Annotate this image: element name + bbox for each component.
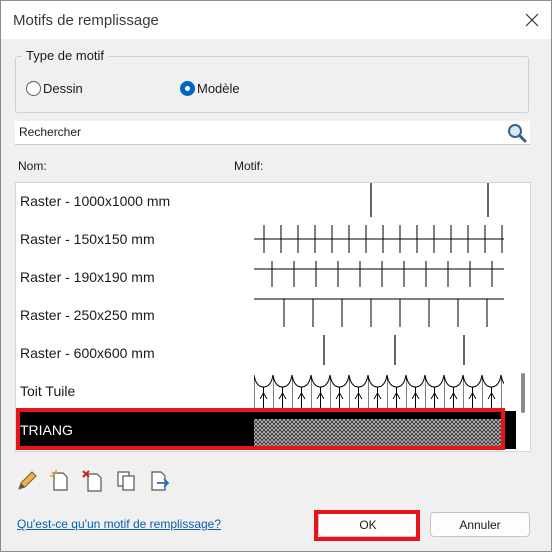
scrollbar[interactable] xyxy=(516,183,530,451)
pencil-icon[interactable] xyxy=(15,469,39,493)
close-icon xyxy=(525,13,539,27)
list-item[interactable]: Raster - 1000x1000 mm xyxy=(16,183,516,221)
pattern-type-legend: Type de motif xyxy=(22,48,109,63)
dialog-body: Type de motif Dessin Modèle Rechercher N… xyxy=(1,39,551,551)
list-item[interactable]: Raster - 600x600 mm xyxy=(16,335,516,373)
radio-modele-label: Modèle xyxy=(197,80,240,96)
new-pattern-icon[interactable] xyxy=(48,469,72,493)
scroll-thumb[interactable] xyxy=(521,373,525,413)
pattern-preview xyxy=(370,183,489,217)
window-title: Motifs de remplissage xyxy=(13,12,159,29)
pattern-toolbar xyxy=(15,469,180,493)
list-item[interactable]: Raster - 250x250 mm xyxy=(16,297,516,335)
cancel-button[interactable]: Annuler xyxy=(430,512,530,537)
pattern-preview xyxy=(254,261,504,287)
list-item-label: Raster - 250x250 mm xyxy=(20,307,155,323)
pattern-type-group: Type de motif Dessin Modèle xyxy=(15,48,529,113)
column-header-name: Nom: xyxy=(18,159,47,173)
pattern-preview xyxy=(254,225,504,253)
list-item-label: Raster - 150x150 mm xyxy=(20,231,155,247)
list-item-label: Raster - 600x600 mm xyxy=(20,345,155,361)
radio-dessin-label: Dessin xyxy=(43,80,83,96)
list-item-label: Raster - 1000x1000 mm xyxy=(20,193,171,209)
search-input[interactable]: Rechercher xyxy=(15,121,530,145)
radio-dessin[interactable]: Dessin xyxy=(26,79,83,97)
list-item[interactable]: Raster - 190x190 mm xyxy=(16,259,516,297)
title-bar: Motifs de remplissage xyxy=(1,1,551,39)
list-item-label: Raster - 190x190 mm xyxy=(20,269,155,285)
list-item-label: Toit Tuile xyxy=(20,383,76,399)
fill-patterns-dialog: Motifs de remplissage Type de motif Dess… xyxy=(0,0,552,552)
selection-highlight-box xyxy=(16,408,505,450)
export-icon[interactable] xyxy=(147,469,171,493)
pattern-preview xyxy=(323,335,465,365)
ok-highlight-box xyxy=(314,510,420,541)
search-icon[interactable] xyxy=(506,122,528,144)
pattern-preview xyxy=(254,373,504,411)
radio-modele-circle[interactable] xyxy=(180,80,195,96)
list-item[interactable]: Toit Tuile xyxy=(16,373,516,411)
help-link[interactable]: Qu'est-ce qu'un motif de remplissage? xyxy=(17,517,221,531)
radio-dessin-circle[interactable] xyxy=(26,80,41,96)
search-text: Rechercher xyxy=(19,125,82,139)
list-item[interactable]: Raster - 150x150 mm xyxy=(16,221,516,259)
pattern-preview xyxy=(254,298,504,327)
duplicate-icon[interactable] xyxy=(114,469,138,493)
delete-pattern-icon[interactable] xyxy=(81,469,105,493)
radio-modele[interactable]: Modèle xyxy=(180,79,240,97)
close-button[interactable] xyxy=(519,7,545,33)
column-header-pattern: Motif: xyxy=(234,159,264,173)
